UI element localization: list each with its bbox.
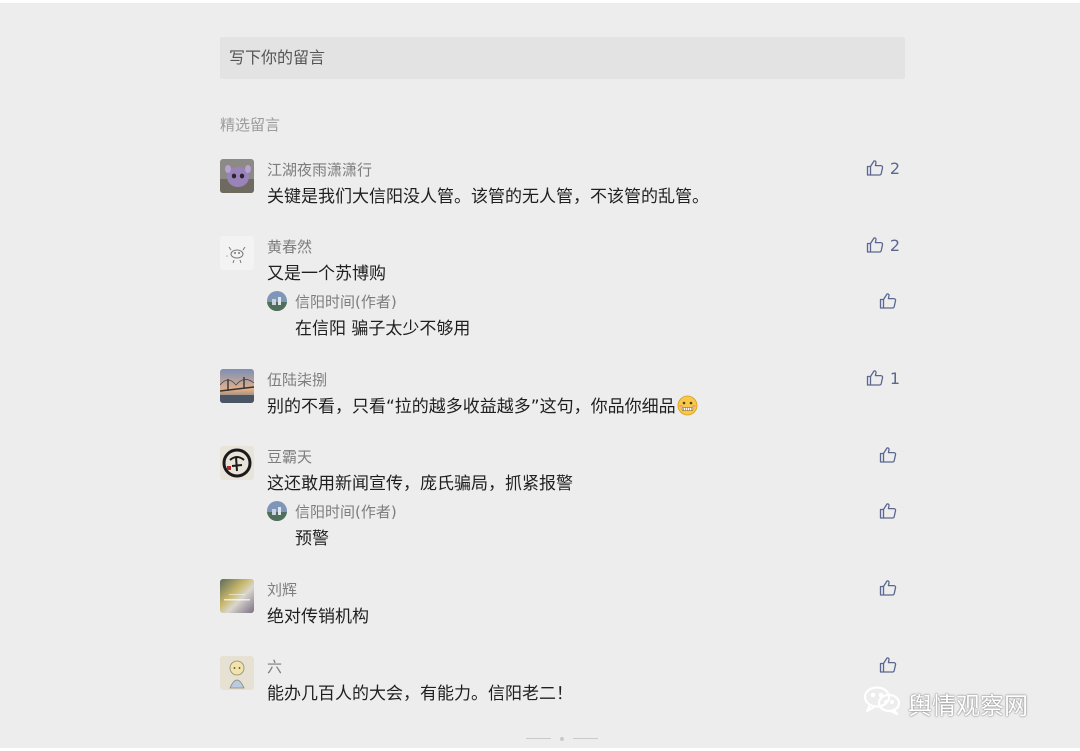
like-button[interactable] [879, 445, 897, 465]
comment-text: 能办几百人的大会，有能力。信阳老二！ [267, 684, 573, 704]
comment-item: 江湖夜雨潇潇行 关键是我们大信阳没人管。该管的无人管，不该管的乱管。 2 [220, 154, 905, 214]
commenter-name: 六 [267, 658, 283, 676]
like-count: 2 [889, 235, 900, 255]
like-button[interactable] [879, 578, 897, 598]
reply-like-button[interactable] [879, 501, 897, 521]
commenter-name: 伍陆柒捌 [267, 371, 328, 389]
reply-text: 在信阳 骗子太少不够用 [295, 319, 471, 339]
cartoon-figure-avatar[interactable] [220, 656, 254, 690]
commenter-name: 豆霸天 [267, 448, 313, 466]
comment-text-body: 别的不看，只看“拉的越多收益越多”这句，你品你细品 [267, 397, 676, 417]
comment-text: 绝对传销机构 [267, 607, 369, 627]
page-indicator [526, 737, 601, 741]
comment-input[interactable]: 写下你的留言 [220, 37, 905, 79]
comment-text: 又是一个苏博购 [267, 264, 386, 284]
author-reply: 信阳时间(作者) 预警 [267, 498, 905, 549]
like-count: 2 [889, 158, 900, 178]
author-name: 信阳时间(作者) [295, 293, 397, 311]
author-reply: 信阳时间(作者) 在信阳 骗子太少不够用 [267, 288, 905, 339]
thumbs-up-icon [866, 236, 884, 254]
thumbs-up-icon [879, 502, 897, 520]
comment-item: 刘辉 绝对传销机构 [220, 574, 905, 634]
doodle-avatar[interactable] [220, 236, 254, 270]
like-button[interactable]: 1 [866, 368, 900, 388]
thumbs-up-icon [879, 656, 897, 674]
commenter-name: 江湖夜雨潇潇行 [267, 161, 373, 179]
watermark: 舆情观察网 [862, 685, 1028, 721]
calligraphy-avatar[interactable] [220, 446, 254, 480]
comments-page: 写下你的留言 精选留言 江湖夜雨潇潇行 关键是我们大信阳没人管。该管的无人管，不… [0, 0, 1080, 751]
bridge-photo-avatar[interactable] [220, 369, 254, 403]
comment-item: 豆霸天 这还敢用新闻宣传，庞氏骗局，抓紧报警 信阳时间(作者) 预警 [220, 441, 905, 551]
thumbs-up-icon [879, 292, 897, 310]
comment-item: 伍陆柒捌 别的不看，只看“拉的越多收益越多”这句，你品你细品 1 [220, 364, 905, 424]
like-button[interactable]: 2 [866, 235, 900, 255]
like-count: 1 [889, 368, 900, 388]
like-button[interactable] [879, 655, 897, 675]
reply-text: 预警 [295, 529, 329, 549]
author-avatar[interactable] [267, 501, 287, 521]
pager-line-right [573, 738, 598, 739]
comment-text: 别的不看，只看“拉的越多收益越多”这句，你品你细品 [267, 392, 698, 417]
like-button[interactable]: 2 [866, 158, 900, 178]
top-border [0, 0, 1080, 3]
rainbow-light-avatar[interactable] [220, 579, 254, 613]
comment-text: 这还敢用新闻宣传，庞氏骗局，抓紧报警 [267, 474, 573, 494]
author-avatar[interactable] [267, 291, 287, 311]
thumbs-up-icon [879, 446, 897, 464]
thumbs-up-icon [866, 159, 884, 177]
thumbs-up-icon [879, 579, 897, 597]
watermark-text: 舆情观察网 [908, 691, 1028, 720]
wechat-icon [862, 684, 902, 722]
comment-item: 黄春然 又是一个苏博购 2 信阳时间(作者) 在信阳 骗子太少不够用 [220, 231, 905, 341]
pager-dot [560, 737, 564, 741]
section-title: 精选留言 [220, 116, 281, 134]
commenter-name: 黄春然 [267, 238, 313, 256]
comment-item: 六 能办几百人的大会，有能力。信阳老二！ [220, 651, 905, 711]
reply-like-button[interactable] [879, 291, 897, 311]
purple-creature-avatar[interactable] [220, 159, 254, 193]
pager-line-left [526, 738, 551, 739]
commenter-name: 刘辉 [267, 581, 298, 599]
author-name: 信阳时间(作者) [295, 503, 397, 521]
zipped-mouth-face-emoji [677, 395, 698, 416]
thumbs-up-icon [866, 369, 884, 387]
comment-text: 关键是我们大信阳没人管。该管的无人管，不该管的乱管。 [267, 187, 709, 207]
